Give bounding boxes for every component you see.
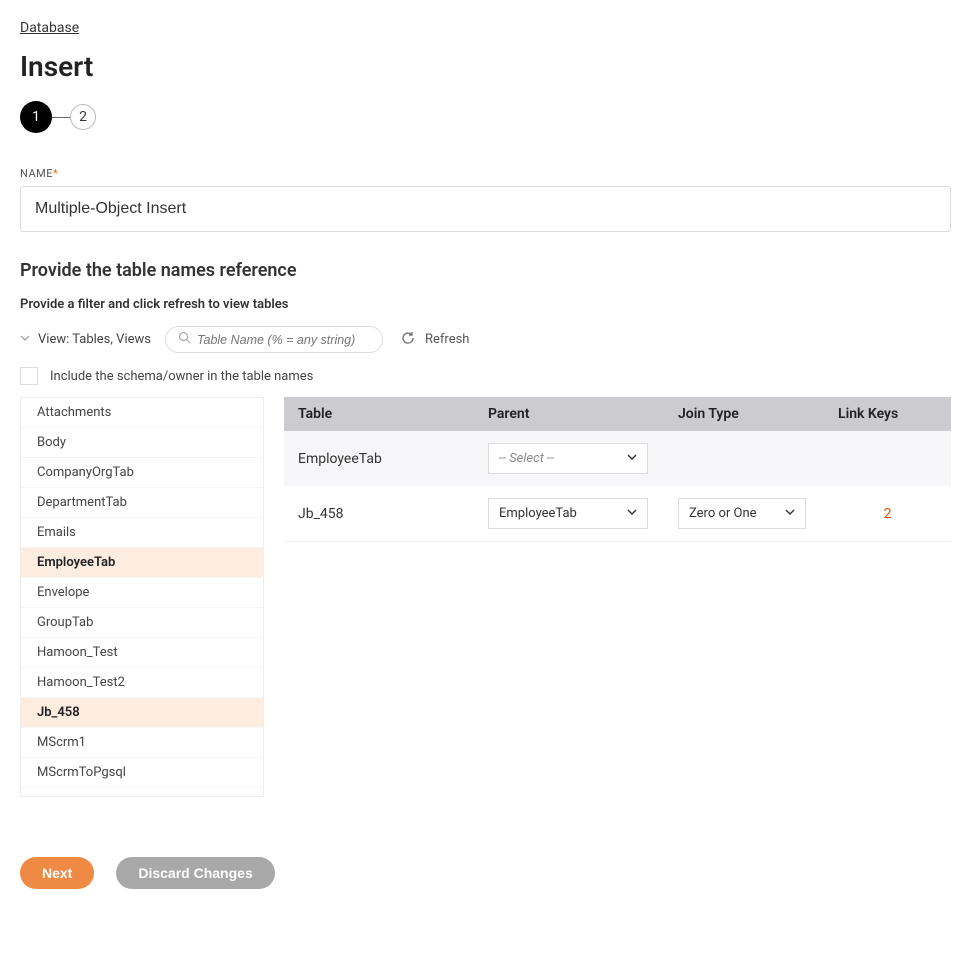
chevron-down-icon <box>627 507 637 520</box>
name-input[interactable] <box>20 186 951 232</box>
chevron-down-icon <box>785 507 795 520</box>
list-item[interactable]: MScrmToPostgress <box>21 788 263 797</box>
section-title: Provide the table names reference <box>20 260 951 281</box>
parent-select[interactable]: EmployeeTab <box>488 498 648 529</box>
list-item[interactable]: Envelope <box>21 578 263 608</box>
list-item[interactable]: Hamoon_Test2 <box>21 668 263 698</box>
search-input[interactable] <box>197 333 370 347</box>
list-item[interactable]: EmployeeTab <box>21 548 263 578</box>
table-row: EmployeeTab -- Select -- <box>284 431 951 486</box>
step-connector <box>52 117 70 118</box>
cell-link <box>824 431 951 486</box>
cell-link: 2 <box>824 486 951 542</box>
header-join: Join Type <box>664 397 824 431</box>
breadcrumb-database-link[interactable]: Database <box>20 20 79 36</box>
include-schema-checkbox[interactable] <box>20 367 38 385</box>
step-1[interactable]: 1 <box>20 101 52 133</box>
list-item[interactable]: Emails <box>21 518 263 548</box>
list-item[interactable]: Attachments <box>21 398 263 428</box>
header-table: Table <box>284 397 474 431</box>
step-2[interactable]: 2 <box>70 104 96 130</box>
table-list[interactable]: AttachmentsBodyCompanyOrgTabDepartmentTa… <box>20 397 264 797</box>
page-title: Insert <box>20 50 951 83</box>
join-select[interactable]: Zero or One <box>678 498 806 529</box>
section-sub: Provide a filter and click refresh to vi… <box>20 297 951 312</box>
list-item[interactable]: Body <box>21 428 263 458</box>
header-link: Link Keys <box>824 397 951 431</box>
table-row: Jb_458 EmployeeTab Zero or One 2 <box>284 486 951 542</box>
cell-table: EmployeeTab <box>284 431 474 486</box>
cell-join: Zero or One <box>664 486 824 542</box>
refresh-button[interactable]: Refresh <box>401 331 469 349</box>
list-item[interactable]: MScrmToPgsql <box>21 758 263 788</box>
config-panel: Table Parent Join Type Link Keys Employe… <box>284 397 951 542</box>
refresh-icon <box>401 331 415 349</box>
required-mark: * <box>53 167 58 180</box>
parent-select[interactable]: -- Select -- <box>488 443 648 474</box>
stepper: 1 2 <box>20 101 951 133</box>
list-item[interactable]: Jb_458 <box>21 698 263 728</box>
include-schema-label: Include the schema/owner in the table na… <box>50 369 313 384</box>
name-label: NAME* <box>20 167 951 180</box>
filter-row: View: Tables, Views Refresh <box>20 326 951 353</box>
cell-join <box>664 431 824 486</box>
view-label: View: Tables, Views <box>38 332 151 347</box>
search-icon <box>178 331 191 348</box>
list-item[interactable]: Hamoon_Test <box>21 638 263 668</box>
include-schema-row: Include the schema/owner in the table na… <box>20 367 951 385</box>
refresh-label: Refresh <box>425 332 469 347</box>
search-wrap <box>165 326 383 353</box>
cell-parent: -- Select -- <box>474 431 664 486</box>
list-item[interactable]: CompanyOrgTab <box>21 458 263 488</box>
panels: AttachmentsBodyCompanyOrgTabDepartmentTa… <box>20 397 951 797</box>
list-item[interactable]: MScrm1 <box>21 728 263 758</box>
config-table: Table Parent Join Type Link Keys Employe… <box>284 397 951 542</box>
header-parent: Parent <box>474 397 664 431</box>
footer-buttons: Next Discard Changes <box>20 857 951 889</box>
link-keys-count[interactable]: 2 <box>838 506 937 522</box>
cell-parent: EmployeeTab <box>474 486 664 542</box>
chevron-down-icon <box>627 452 637 465</box>
view-dropdown[interactable]: View: Tables, Views <box>20 332 151 347</box>
list-item[interactable]: GroupTab <box>21 608 263 638</box>
discard-button[interactable]: Discard Changes <box>116 857 274 889</box>
cell-table: Jb_458 <box>284 486 474 542</box>
breadcrumb: Database <box>20 20 951 36</box>
chevron-down-icon <box>20 333 30 346</box>
next-button[interactable]: Next <box>20 857 94 889</box>
list-item[interactable]: DepartmentTab <box>21 488 263 518</box>
